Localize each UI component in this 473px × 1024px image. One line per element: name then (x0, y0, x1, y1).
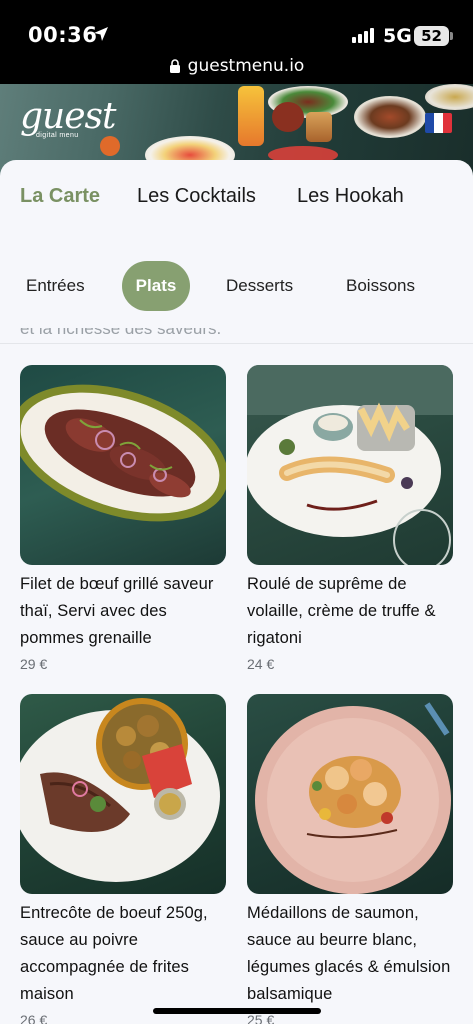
signal-icon (352, 28, 374, 43)
divider (0, 343, 473, 344)
tab-les-cocktails[interactable]: Les Cocktails (137, 185, 256, 208)
home-indicator[interactable] (153, 1008, 321, 1014)
guest-logo: guest digital menu (20, 96, 116, 140)
url-text: guestmenu.io (187, 56, 305, 76)
dish-name: Filet de bœuf grillé saveur thaï, Servi … (20, 575, 214, 647)
dish-name: Médaillons de saumon, sauce au beurre bl… (247, 904, 451, 1003)
tab-la-carte[interactable]: La Carte (20, 185, 100, 208)
dish-image (247, 365, 453, 565)
menu-panel: La Carte Les Cocktails Les Hookah Entrée… (0, 160, 473, 1024)
chip-boissons[interactable]: Boissons (346, 261, 415, 311)
dish-card[interactable]: Roulé de suprême de volaille, crème de t… (247, 365, 453, 672)
dish-image (247, 694, 453, 894)
category-chips: Entrées Plats Desserts Boissons (0, 255, 473, 319)
battery-icon: 52 (414, 26, 449, 46)
dish-name: Roulé de suprême de volaille, crème de t… (247, 575, 436, 647)
dish-card[interactable]: Entrecôte de boeuf 250g, sauce au poivre… (20, 694, 226, 1024)
status-bar: 00:36 5G 52 (0, 0, 473, 52)
dish-name: Entrecôte de boeuf 250g, sauce au poivre… (20, 904, 208, 1003)
dish-image (20, 694, 226, 894)
status-time: 00:36 (28, 23, 98, 47)
battery-nub (450, 32, 453, 40)
lock-icon (169, 58, 180, 73)
menu-tabs: La Carte Les Cocktails Les Hookah (0, 160, 473, 230)
section-intro: et la richesse des saveurs. (20, 328, 222, 338)
url-bar[interactable]: guestmenu.io (0, 52, 473, 84)
logo-word: guest (20, 96, 116, 137)
network-type: 5G (383, 25, 412, 47)
dish-price: 29 € (20, 656, 48, 672)
dish-price: 24 € (247, 656, 275, 672)
location-arrow-icon (94, 27, 108, 41)
french-flag-icon[interactable] (425, 113, 452, 133)
dish-card[interactable]: Médaillons de saumon, sauce au beurre bl… (247, 694, 453, 1024)
tab-les-hookah[interactable]: Les Hookah (297, 185, 404, 208)
dish-card[interactable]: Filet de bœuf grillé saveur thaï, Servi … (20, 365, 226, 672)
chip-entrees[interactable]: Entrées (26, 261, 85, 311)
dish-image (20, 365, 226, 565)
chip-plats[interactable]: Plats (122, 261, 190, 311)
chip-desserts[interactable]: Desserts (226, 261, 293, 311)
